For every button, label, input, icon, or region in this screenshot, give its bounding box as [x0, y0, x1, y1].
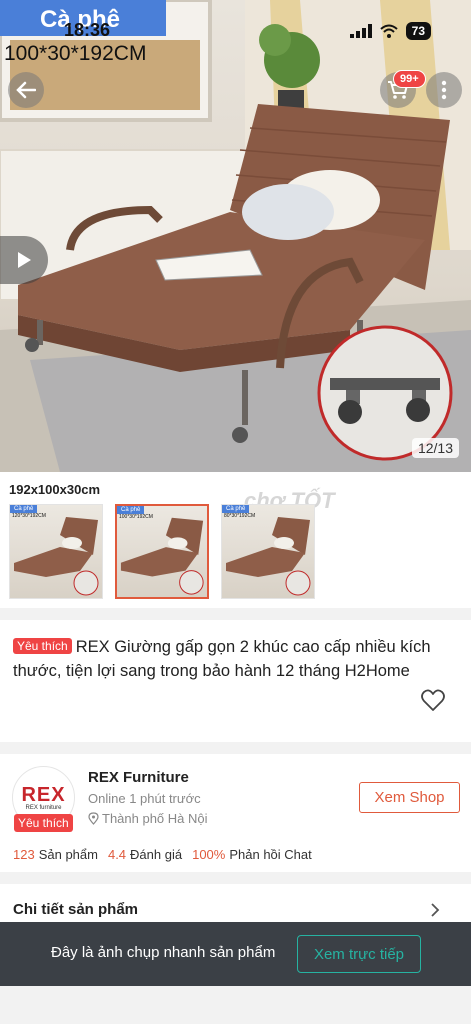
bottom-spacer — [0, 986, 471, 1024]
selected-variant-label: 192x100x30cm — [9, 482, 101, 497]
chevron-right-icon — [431, 903, 440, 917]
location-pin-icon — [88, 812, 99, 825]
status-icons: 73 — [349, 22, 431, 40]
shop-stats: 123 Sản phẩm 4.4 Đánh giá 100% Phản hồi Cha… — [13, 847, 312, 862]
favorite-tag: Yêu thích — [13, 638, 72, 654]
shop-card: REX REX furniture Yêu thích REX Furnitur… — [0, 754, 471, 872]
snapshot-banner: Đây là ảnh chụp nhanh sản phẩm Xem trực … — [0, 922, 471, 986]
thumb-size: 120*30*192CM — [12, 513, 46, 519]
play-icon — [18, 252, 31, 268]
shop-location-text: Thành phố Hà Nội — [102, 811, 208, 826]
view-shop-button[interactable]: Xem Shop — [359, 782, 460, 813]
stat-products: 123 Sản phẩm — [13, 847, 98, 862]
variant-thumbnails: Cà phê 120*30*192CM Cà phê 100*30*192CM … — [9, 504, 315, 599]
more-options-button[interactable] — [426, 72, 462, 108]
thumb-size: 100*30*192CM — [119, 514, 153, 520]
stat-rating: 4.4 Đánh giá — [107, 847, 183, 862]
arrow-left-icon — [16, 81, 36, 99]
shop-logo-sub: REX furniture — [25, 804, 62, 811]
more-vertical-icon — [441, 80, 447, 100]
thumb-tag: Cà phê — [222, 505, 250, 513]
image-counter: 12/13 — [411, 438, 459, 458]
bed-thumbnail — [226, 517, 311, 596]
shop-location: Thành phố Hà Nội — [88, 811, 208, 826]
shop-name[interactable]: REX Furniture — [88, 769, 189, 786]
product-title-card: Yêu thích REX Giường gấp gọn 2 khúc cao c… — [0, 620, 471, 742]
stat-chat-response: 100% Phản hồi Chat — [192, 847, 312, 862]
signal-icon — [349, 24, 372, 38]
product-title-text: REX Giường gấp gọn 2 khúc cao cấp nhiều … — [13, 638, 431, 680]
bed-thumbnail — [14, 517, 99, 596]
variant-thumb[interactable]: Cà phê 80*30*192CM — [221, 504, 315, 599]
thumb-size: 80*30*192CM — [224, 513, 256, 519]
snapshot-text: Đây là ảnh chụp nhanh sản phẩm — [51, 944, 276, 961]
back-button[interactable] — [8, 72, 44, 108]
view-live-button[interactable]: Xem trực tiếp — [297, 935, 421, 973]
variant-thumb[interactable]: Cà phê 120*30*192CM — [9, 504, 103, 599]
status-time: 18:36 — [64, 20, 111, 40]
thumb-tag: Cà phê — [10, 505, 38, 513]
shop-favorite-tag: Yêu thích — [14, 814, 73, 832]
product-title: Yêu thích REX Giường gấp gọn 2 khúc cao c… — [13, 634, 459, 683]
product-details-title: Chi tiết sản phẩm — [13, 901, 139, 918]
product-image-gallery[interactable]: Cà phê 100*30*192CM 18:36 73 99+ 12/13 — [0, 0, 471, 472]
play-video-button[interactable] — [0, 236, 48, 284]
shop-logo-text: REX — [21, 783, 66, 806]
thumb-tag: Cà phê — [117, 506, 145, 514]
battery-indicator: 73 — [405, 22, 431, 40]
wifi-icon — [379, 24, 398, 38]
heart-icon[interactable] — [420, 688, 446, 714]
variant-size-label: 100*30*192CM — [4, 42, 147, 65]
cart-count-badge: 99+ — [393, 70, 426, 88]
shop-online-status: Online 1 phút trước — [88, 791, 201, 806]
variant-thumb-selected[interactable]: Cà phê 100*30*192CM — [115, 504, 209, 599]
